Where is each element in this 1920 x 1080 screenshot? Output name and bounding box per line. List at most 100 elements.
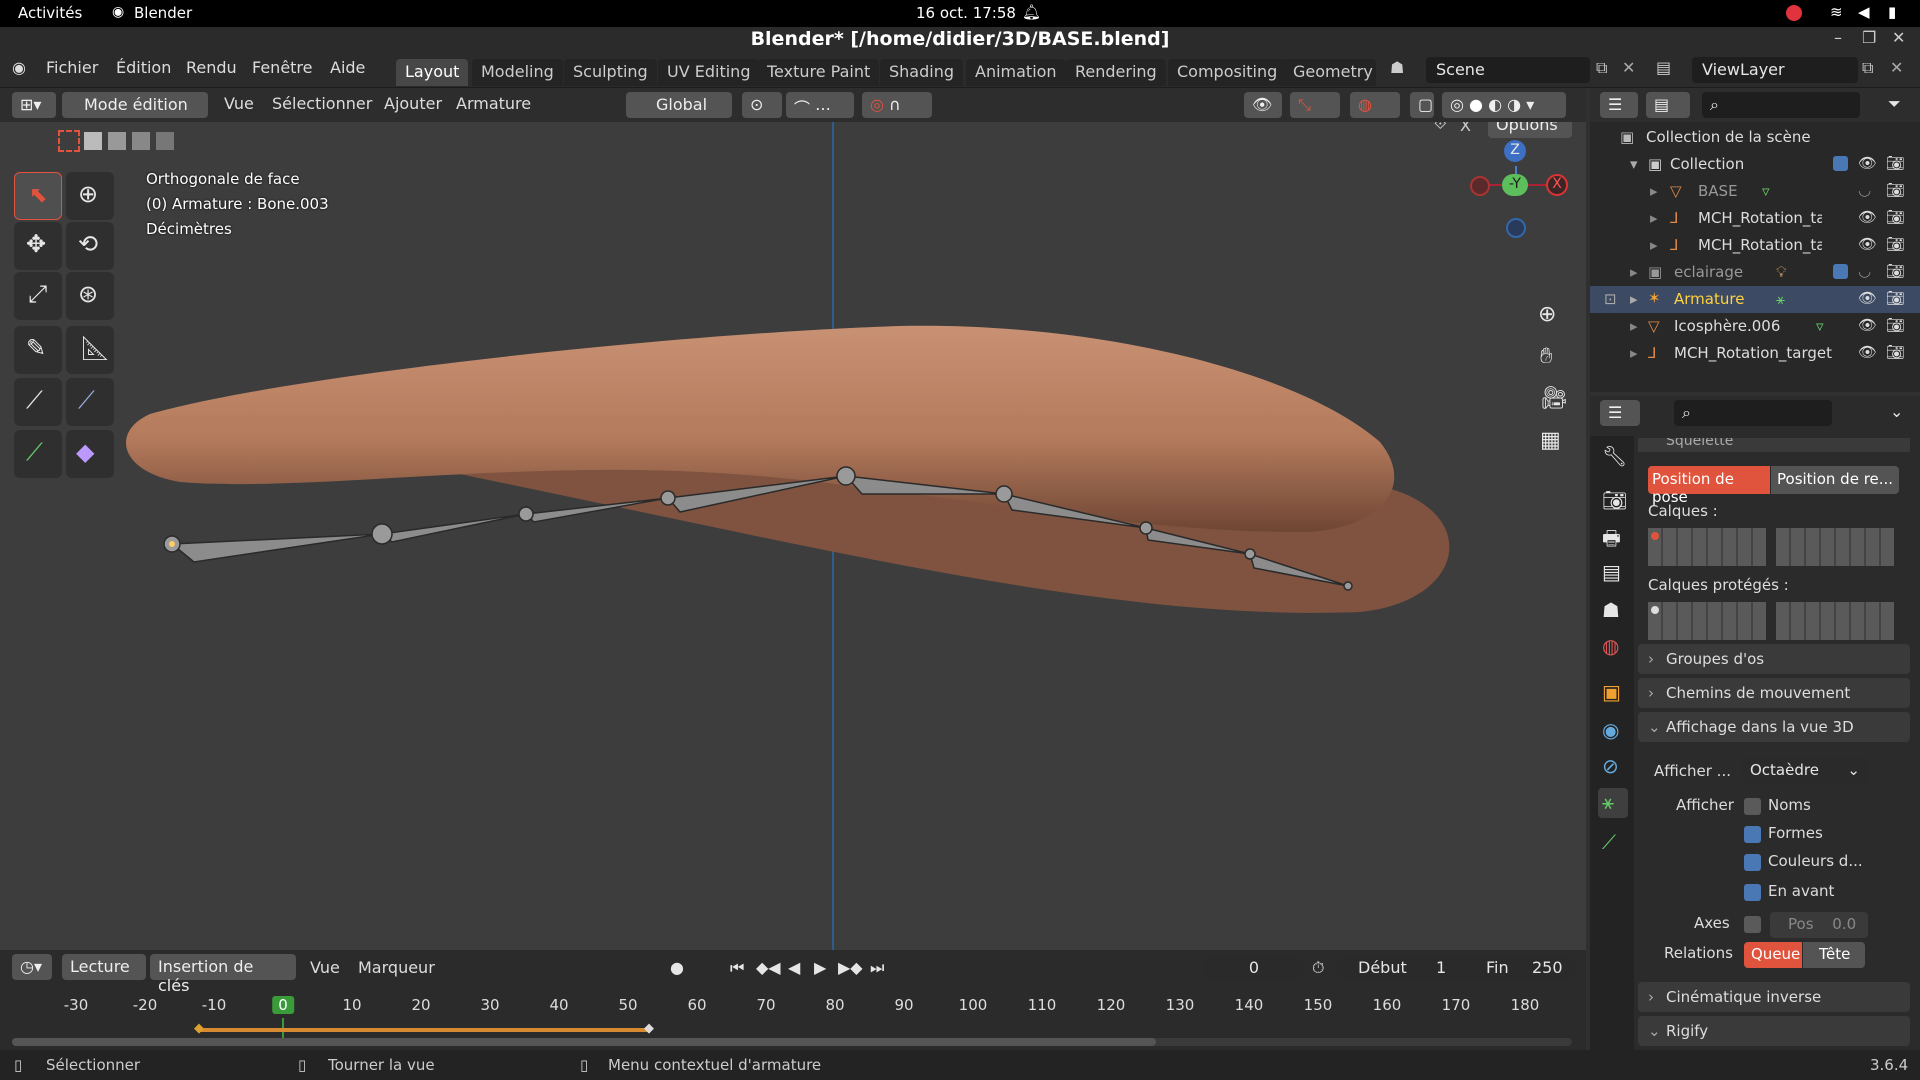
outliner-row-mch-target[interactable]: ▸ ⅃ MCH_Rotation_target 👁︎ 📷︎ bbox=[1590, 340, 1920, 367]
eye-icon[interactable]: 👁︎ bbox=[1858, 343, 1877, 361]
expand-icon[interactable]: ▾ bbox=[1630, 155, 1638, 173]
layers-grid-left[interactable] bbox=[1648, 528, 1766, 566]
editor-type-dropdown[interactable]: ⊞▾ bbox=[12, 92, 56, 118]
bone-tab-icon[interactable]: ⟋ bbox=[1602, 830, 1616, 854]
outliner-scene-collection[interactable]: ▣ Collection de la scène bbox=[1590, 124, 1920, 151]
tab-shading[interactable]: Shading bbox=[880, 59, 963, 86]
gizmo-z-axis[interactable]: Z bbox=[1504, 140, 1526, 162]
render-camera-icon[interactable]: 📷︎ bbox=[1886, 154, 1905, 172]
new-scene-icon[interactable]: ⧉ bbox=[1596, 58, 1607, 78]
tab-layout[interactable]: Layout bbox=[396, 59, 469, 86]
outliner-row-armature[interactable]: ⊡ ▸ ✶ Armature ⚹ 👁︎ 📷︎ bbox=[1590, 286, 1920, 313]
3d-viewport[interactable]: ⬉ ⊕ ✥ ⟲ ⤢ ⊛ ✎ 📐︎ ⟋ ⟋ ⟋ ◆ Orthogonale de … bbox=[0, 122, 1586, 950]
panel-motion-paths[interactable]: › Chemins de mouvement bbox=[1638, 678, 1910, 708]
menu-render[interactable]: Rendu bbox=[186, 58, 237, 77]
colors-checkbox[interactable] bbox=[1744, 854, 1761, 871]
timeline-ruler[interactable]: -30 -20 -10 0 10 20 30 40 50 60 70 80 90 100 110 120 130… bbox=[0, 950, 1586, 1050]
rest-position-button[interactable]: Position de re... bbox=[1771, 466, 1899, 494]
render-camera-icon[interactable]: 📷︎ bbox=[1886, 235, 1905, 253]
scene-tab-icon[interactable]: ☗ bbox=[1602, 598, 1620, 622]
mode-dropdown[interactable]: Mode édition bbox=[62, 92, 208, 118]
props-options-icon[interactable]: ⌄ bbox=[1890, 402, 1903, 421]
grid-icon[interactable]: ▦ bbox=[1540, 428, 1561, 453]
menu-armature[interactable]: Armature bbox=[456, 94, 531, 113]
render-camera-icon[interactable]: 📷︎ bbox=[1886, 181, 1905, 199]
eye-icon[interactable]: 👁︎ bbox=[1858, 208, 1877, 226]
names-checkbox[interactable] bbox=[1744, 798, 1761, 815]
minimize-icon[interactable]: – bbox=[1834, 28, 1842, 47]
tab-rendering[interactable]: Rendering bbox=[1066, 59, 1166, 86]
tab-sculpting[interactable]: Sculpting bbox=[564, 59, 657, 86]
timeline-scrollbar[interactable] bbox=[12, 1038, 1572, 1046]
shading-modes[interactable]: ◎ ● ◐ ◑ ▾ bbox=[1442, 92, 1566, 118]
eye-icon[interactable]: 👁︎ bbox=[1858, 154, 1877, 172]
tab-compositing[interactable]: Compositing bbox=[1168, 59, 1287, 86]
render-camera-icon[interactable]: 📷︎ bbox=[1886, 316, 1905, 334]
keyframe-icon[interactable]: ◆ bbox=[194, 1021, 204, 1036]
tab-texture-paint[interactable]: Texture Paint bbox=[758, 59, 880, 86]
keyframe-icon[interactable]: ◆ bbox=[644, 1021, 654, 1036]
gizmo-y-axis[interactable]: -Y bbox=[1502, 174, 1528, 196]
outliner-row-collection[interactable]: ▾ ▣ Collection 👁︎ 📷︎ bbox=[1590, 151, 1920, 178]
protected-grid-left[interactable] bbox=[1648, 602, 1766, 640]
render-camera-icon[interactable]: 📷︎ bbox=[1886, 289, 1905, 307]
filter-icon[interactable]: ⏷ bbox=[1888, 94, 1901, 114]
outliner-row-mch-1[interactable]: ▸ ⅃ MCH_Rotation_ta 👁︎ 📷︎ bbox=[1590, 205, 1920, 232]
proportional-edit-dropdown[interactable]: ◎ ∩ bbox=[862, 92, 932, 118]
object-tab-icon[interactable]: ▣ bbox=[1602, 680, 1621, 704]
navigation-gizmo[interactable]: Z -Y X bbox=[1460, 136, 1580, 246]
outliner-row-mch-2[interactable]: ▸ ⅃ MCH_Rotation_ta 👁︎ 📷︎ bbox=[1590, 232, 1920, 259]
render-camera-icon[interactable]: 📷︎ bbox=[1886, 343, 1905, 361]
volume-icon[interactable]: ◀ bbox=[1858, 3, 1870, 21]
expand-icon[interactable]: ▸ bbox=[1650, 209, 1658, 227]
tab-animation[interactable]: Animation bbox=[966, 59, 1066, 86]
axes-position-field[interactable]: Pos 0.0 bbox=[1770, 912, 1868, 938]
tab-uv-editing[interactable]: UV Editing bbox=[658, 59, 760, 86]
new-viewlayer-icon[interactable]: ⧉ bbox=[1862, 58, 1873, 78]
gizmo-x-axis[interactable]: X bbox=[1546, 174, 1568, 196]
expand-icon[interactable]: ▸ bbox=[1630, 344, 1638, 362]
outliner-row-icosphere[interactable]: ▸ ▽ Icosphère.006 ▿ 👁︎ 📷︎ bbox=[1590, 313, 1920, 340]
expand-icon[interactable]: ▸ bbox=[1630, 263, 1638, 281]
skeleton-panel-header[interactable]: Squelette bbox=[1638, 438, 1910, 452]
blender-logo-icon[interactable]: ◉ bbox=[12, 58, 26, 77]
viewlayer-icon[interactable]: ▤ bbox=[1656, 58, 1671, 77]
protected-grid-right[interactable] bbox=[1776, 602, 1894, 640]
tool-tab-icon[interactable]: 🔧︎ bbox=[1602, 444, 1627, 468]
sidebar-collapse-icon[interactable]: ⟐ bbox=[1434, 122, 1447, 134]
panel-bone-groups[interactable]: › Groupes d'os bbox=[1638, 644, 1910, 674]
delete-scene-icon[interactable]: ✕ bbox=[1622, 58, 1635, 77]
relation-tail-button[interactable]: Queue bbox=[1744, 942, 1802, 968]
exclude-checkbox[interactable] bbox=[1833, 156, 1848, 171]
delete-viewlayer-icon[interactable]: ✕ bbox=[1890, 58, 1903, 77]
gizmo-toggle[interactable]: ⤡ bbox=[1290, 92, 1340, 118]
props-search[interactable]: ⌕ bbox=[1674, 400, 1832, 426]
exclude-checkbox[interactable] bbox=[1833, 264, 1848, 279]
gizmo-neg-x[interactable] bbox=[1470, 176, 1490, 196]
scene-selector[interactable]: Scene bbox=[1426, 57, 1590, 83]
options-dropdown[interactable]: Options bbox=[1488, 122, 1572, 138]
panel-inverse-kinematics[interactable]: › Cinématique inverse bbox=[1638, 982, 1910, 1012]
viewlayer-selector[interactable]: ViewLayer bbox=[1692, 57, 1858, 83]
render-camera-icon[interactable]: 📷︎ bbox=[1886, 208, 1905, 226]
eye-closed-icon[interactable]: ◡ bbox=[1858, 262, 1871, 280]
layers-grid-right[interactable] bbox=[1776, 528, 1894, 566]
eye-icon[interactable]: 👁︎ bbox=[1858, 316, 1877, 334]
outliner-editor-type[interactable]: ☰ bbox=[1600, 92, 1638, 118]
maximize-icon[interactable]: ❐ bbox=[1862, 28, 1876, 47]
infront-checkbox[interactable] bbox=[1744, 884, 1761, 901]
menu-view[interactable]: Vue bbox=[224, 94, 254, 113]
eye-closed-icon[interactable]: ◡ bbox=[1858, 181, 1871, 199]
eye-icon[interactable]: 👁︎ bbox=[1858, 289, 1877, 307]
outliner-display-mode[interactable]: ▤ bbox=[1646, 92, 1690, 118]
battery-icon[interactable]: ▮ bbox=[1888, 3, 1896, 21]
panel-viewport-display[interactable]: ⌄ Affichage dans la vue 3D bbox=[1638, 712, 1910, 742]
tab-modeling[interactable]: Modeling bbox=[472, 59, 563, 86]
timeline-scroll-thumb[interactable] bbox=[12, 1038, 1156, 1046]
orientation-dropdown[interactable]: Global bbox=[626, 92, 732, 118]
viewlayer-tab-icon[interactable]: ▤ bbox=[1602, 560, 1621, 584]
tab-geometry-nodes[interactable]: Geometry N bbox=[1284, 59, 1376, 86]
shapes-checkbox[interactable] bbox=[1744, 826, 1761, 843]
pose-position-button[interactable]: Position de pose bbox=[1648, 466, 1770, 506]
outliner-row-base[interactable]: ▸ ▽ BASE ▿ ◡ 📷︎ bbox=[1590, 178, 1920, 205]
